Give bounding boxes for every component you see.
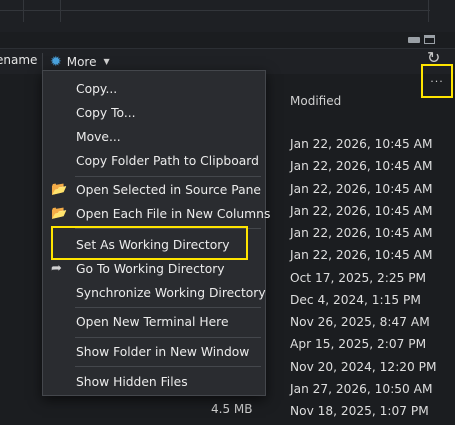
chevron-down-icon: ▼ [103,57,110,66]
modified-cell: Oct 17, 2025, 2:25 PM [290,270,427,285]
menu-item-label: Open Selected in Source Pane [76,183,261,197]
modified-cell: Nov 26, 2025, 8:47 AM [290,315,430,329]
menu-item-show-folder-in-new-window[interactable]: Show Folder in New Window [43,342,265,364]
file-list: Jan 22, 2026, 10:45 AM Jan 22, 2026, 10:… [290,136,437,425]
size-cell: 4.5 MB [211,402,253,416]
arrow-icon: ➦ [51,261,62,276]
minimize-pane-button[interactable] [408,37,420,43]
modified-cell: Jan 22, 2026, 10:45 AM [290,248,433,263]
modified-cell: Jan 27, 2026, 10:50 AM [290,381,433,396]
menu-separator [75,366,261,367]
rename-button[interactable]: ename [0,53,37,67]
modified-cell: Dec 4, 2024, 1:15 PM [290,292,421,307]
menu-item-open-selected-in-source-pane[interactable]: 📂 Open Selected in Source Pane [43,180,265,202]
menu-item-go-to-working-directory[interactable]: ➦ Go To Working Directory [43,259,265,281]
menu-item-show-hidden-files[interactable]: Show Hidden Files [43,372,265,394]
more-label: More [66,54,97,69]
menu-item-label: Show Folder in New Window [76,345,250,359]
modified-cell: Jan 22, 2026, 10:45 AM [290,137,433,151]
menu-item-open-new-terminal-here[interactable]: Open New Terminal Here [43,312,265,334]
modified-cell: Apr 15, 2025, 2:07 PM [290,337,427,352]
folder-open-icon: 📂 [51,206,68,221]
highlight-box [51,226,248,260]
folder-open-icon: 📂 [51,182,68,197]
menu-separator [75,337,261,338]
menu-item-label: Open Each File in New Columns [76,207,271,221]
menu-item-label: Go To Working Directory [76,262,225,276]
pane-window-controls [408,35,442,45]
menu-separator [75,176,261,177]
divider [60,0,61,22]
toolbar-separator [42,53,43,70]
menu-item-label: Copy Folder Path to Clipboard [76,154,259,168]
divider [0,10,430,11]
menu-item-copy[interactable]: Copy... [43,79,265,101]
menu-item-label: Copy To... [76,106,136,120]
menu-item-label: Open New Terminal Here [76,315,229,329]
menu-item-label: Show Hidden Files [76,375,188,389]
modified-cell: Jan 22, 2026, 10:45 AM [290,159,433,174]
menu-item-label: Move... [76,130,121,144]
menu-item-synchronize-working-directory[interactable]: Synchronize Working Directory [43,283,266,305]
gear-icon: ✹ [50,53,62,70]
more-button[interactable]: ✹ More ▼ [50,52,110,71]
menu-item-move[interactable]: Move... [43,127,265,149]
modified-cell: Jan 22, 2026, 10:45 AM [290,226,433,240]
column-header-modified[interactable]: Modified [290,94,341,108]
menu-item-label: Synchronize Working Directory [76,286,266,300]
modified-cell: Jan 22, 2026, 10:45 AM [290,181,433,196]
maximize-pane-button[interactable] [424,35,435,44]
divider [428,0,429,22]
modified-cell: Nov 20, 2024, 12:20 PM [290,359,437,374]
menu-item-copy-to[interactable]: Copy To... [43,103,265,125]
modified-cell: Jan 22, 2026, 10:45 AM [290,203,433,218]
menu-item-copy-folder-path[interactable]: Copy Folder Path to Clipboard [43,151,265,173]
top-strip [0,0,455,32]
menu-item-label: Copy... [76,82,118,96]
menu-item-open-each-file-in-new-columns[interactable]: 📂 Open Each File in New Columns [43,204,270,226]
modified-cell: Nov 18, 2025, 1:07 PM [290,404,429,418]
menu-separator [75,307,261,308]
divider [23,0,24,22]
more-columns-button[interactable]: ... [421,64,453,98]
